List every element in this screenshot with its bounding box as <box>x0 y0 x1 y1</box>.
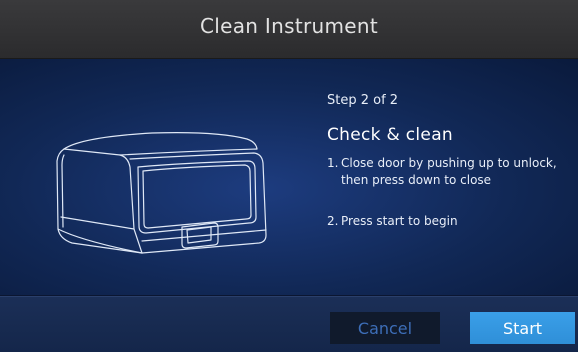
instruction-text: Press start to begin <box>341 214 458 228</box>
instruction-number: 1. <box>327 156 339 170</box>
step-heading: Check & clean <box>327 125 453 145</box>
step-panel: Step 2 of 2 Check & clean 1. Close door … <box>0 59 578 295</box>
instruction-item: 1. Close door by pushing up to unlock, t… <box>327 155 567 189</box>
instruction-item: 2. Press start to begin <box>327 213 567 230</box>
page-title: Clean Instrument <box>200 14 378 38</box>
instruction-number: 2. <box>327 214 339 228</box>
clean-instrument-screen: Clean Instrument Step 2 of 2 Check & cle… <box>0 0 578 352</box>
start-button[interactable]: Start <box>470 312 575 344</box>
action-bar: Cancel Start <box>0 296 578 352</box>
instrument-illustration-icon <box>56 132 267 254</box>
instruction-text: Close door by pushing up to unlock, then… <box>341 156 557 187</box>
cancel-button[interactable]: Cancel <box>330 312 440 344</box>
title-bar: Clean Instrument <box>0 0 578 59</box>
step-indicator: Step 2 of 2 <box>327 93 399 108</box>
